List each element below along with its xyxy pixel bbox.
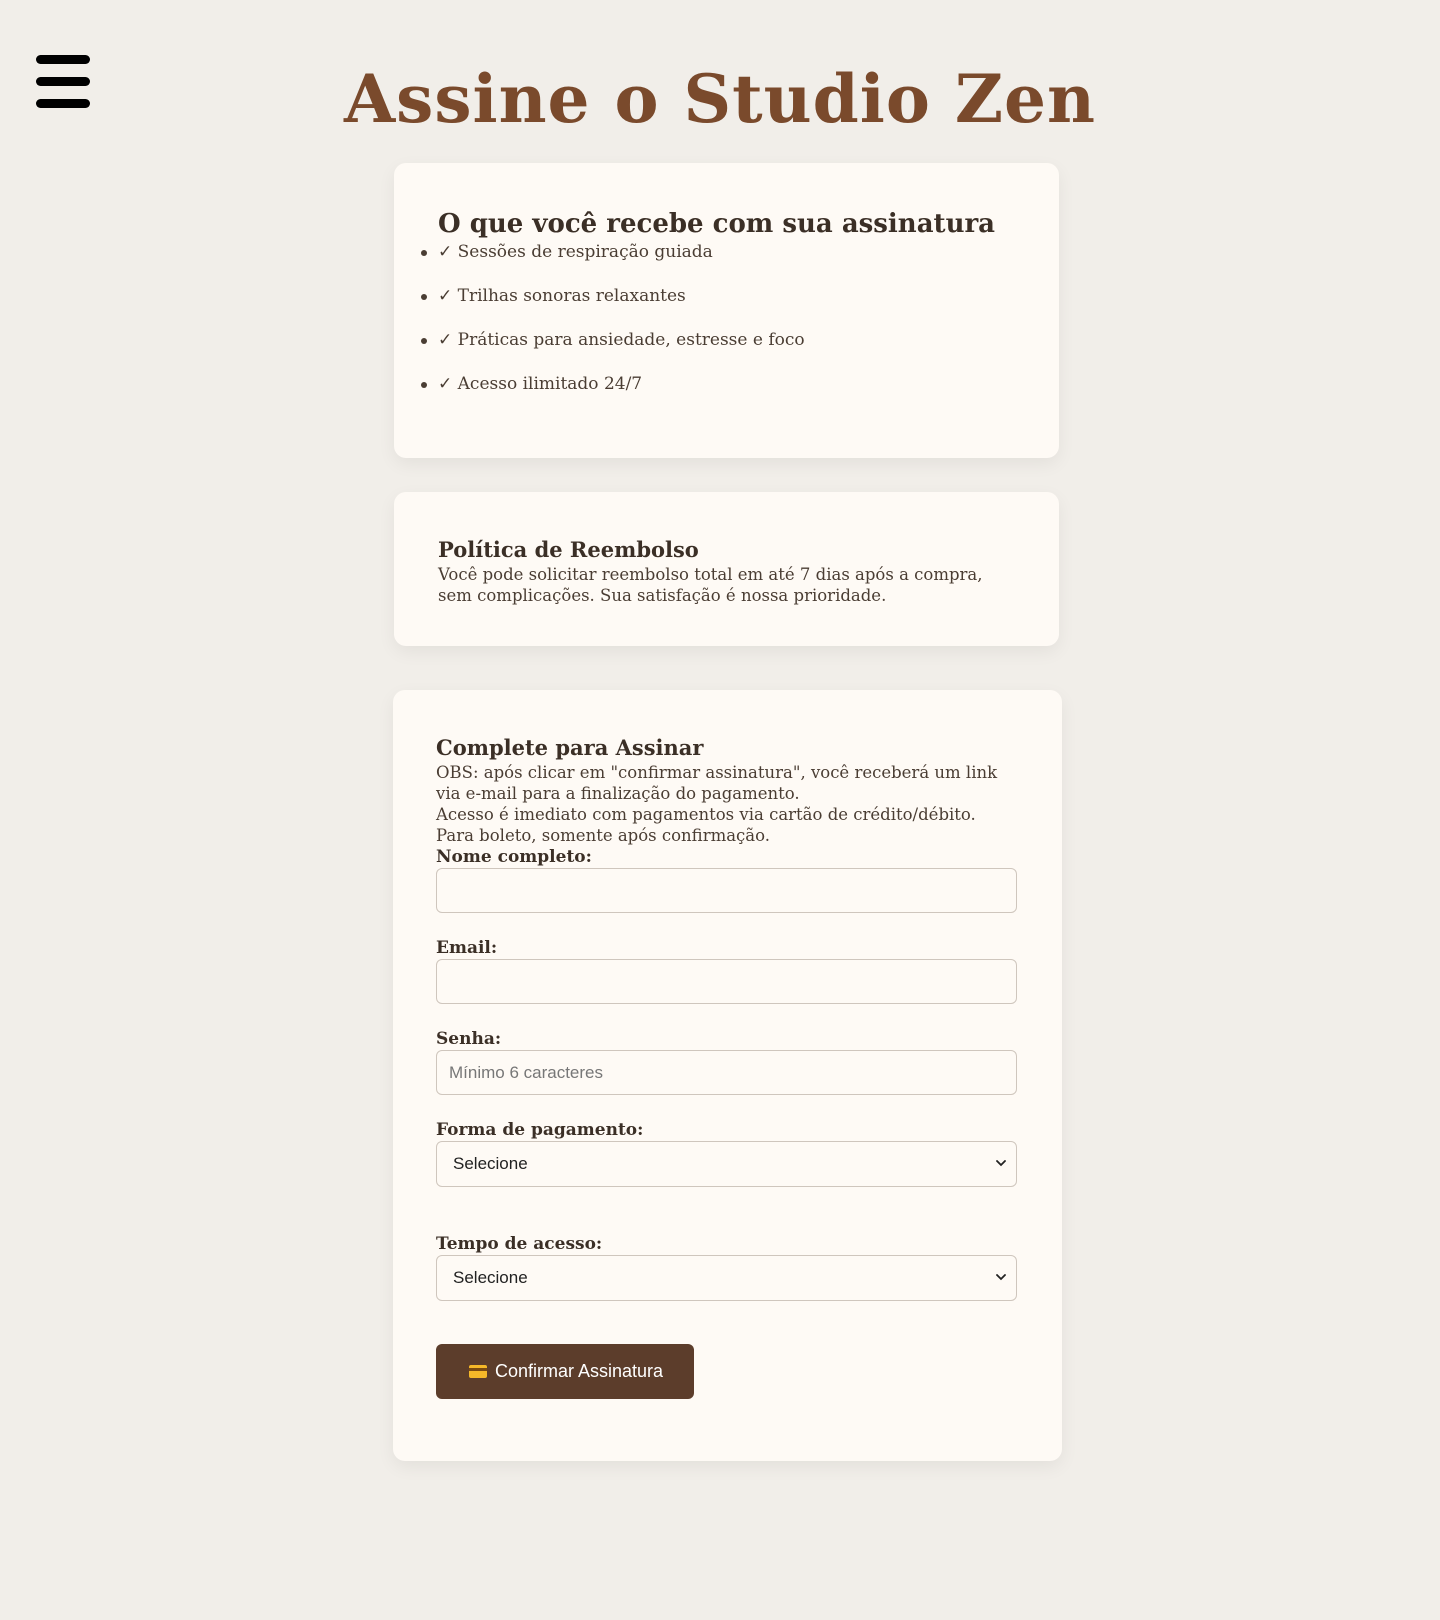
access-duration-selected: Selecione bbox=[453, 1268, 528, 1287]
benefit-item: ✓ Práticas para ansiedade, estresse e fo… bbox=[421, 329, 1015, 373]
benefits-card: O que você recebe com sua assinatura ✓ S… bbox=[394, 163, 1059, 458]
access-duration-select[interactable]: Selecione bbox=[436, 1255, 1017, 1301]
refund-text: Você pode solicitar reembolso total em a… bbox=[438, 565, 983, 605]
access-duration-label: Tempo de acesso: bbox=[436, 1234, 603, 1254]
confirm-subscription-button[interactable]: Confirmar Assinatura bbox=[436, 1344, 694, 1399]
benefit-item: ✓ Acesso ilimitado 24/7 bbox=[421, 373, 1015, 417]
benefit-item: ✓ Trilhas sonoras relaxantes bbox=[421, 285, 1015, 329]
confirm-subscription-label: Confirmar Assinatura bbox=[495, 1361, 664, 1381]
benefits-list: ✓ Sessões de respiração guiada ✓ Trilhas… bbox=[421, 241, 1015, 417]
chevron-down-icon bbox=[996, 1274, 1006, 1281]
access-note: Acesso é imediato com pagamentos via car… bbox=[436, 805, 976, 845]
refund-policy-card: Política de Reembolso Você pode solicita… bbox=[394, 492, 1059, 646]
form-heading: Complete para Assinar bbox=[436, 735, 704, 760]
email-label: Email: bbox=[436, 938, 498, 958]
payment-method-selected: Selecione bbox=[453, 1154, 528, 1173]
payment-method-label: Forma de pagamento: bbox=[436, 1120, 644, 1140]
name-label: Nome completo: bbox=[436, 847, 592, 867]
subscription-form-card: Complete para Assinar OBS: após clicar e… bbox=[393, 690, 1062, 1461]
email-input[interactable] bbox=[436, 959, 1017, 1004]
payment-note: OBS: após clicar em "confirmar assinatur… bbox=[436, 763, 998, 803]
page-title: Assine o Studio Zen bbox=[343, 60, 1097, 138]
payment-method-select[interactable]: Selecione bbox=[436, 1141, 1017, 1187]
benefits-heading: O que você recebe com sua assinatura bbox=[438, 209, 996, 239]
password-input[interactable] bbox=[436, 1050, 1017, 1095]
password-label: Senha: bbox=[436, 1029, 502, 1049]
credit-card-icon bbox=[469, 1365, 487, 1378]
chevron-down-icon bbox=[996, 1160, 1006, 1167]
name-input[interactable] bbox=[436, 868, 1017, 913]
benefit-item: ✓ Sessões de respiração guiada bbox=[421, 241, 1015, 285]
refund-heading: Política de Reembolso bbox=[438, 537, 699, 562]
